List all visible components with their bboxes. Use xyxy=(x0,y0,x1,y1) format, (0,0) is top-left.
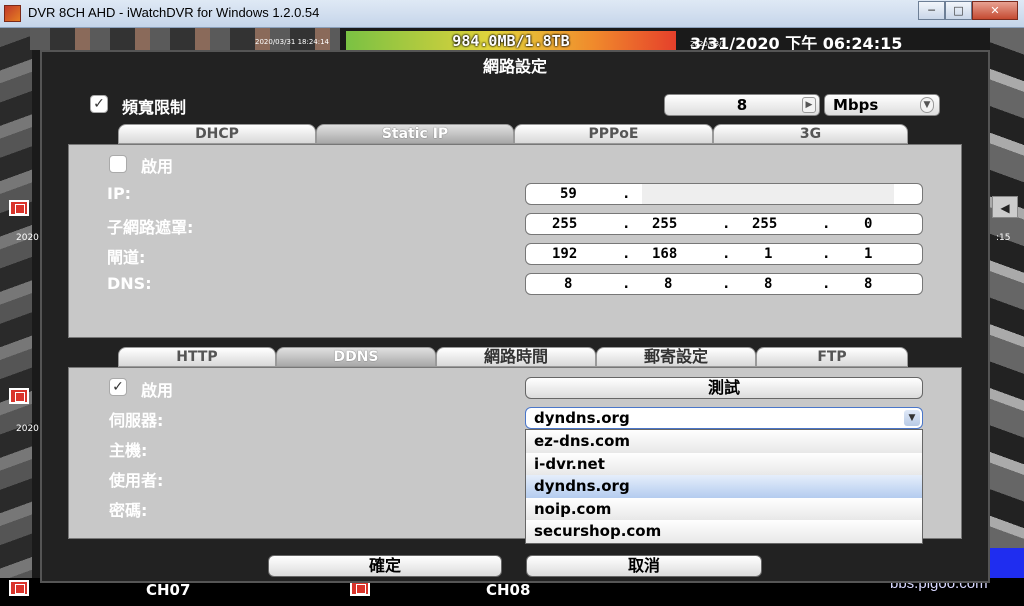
window-title: DVR 8CH AHD - iWatchDVR for Windows 1.2.… xyxy=(28,5,320,20)
record-icon xyxy=(9,580,29,596)
hdd-usage-bar: 984.0MB/1.8TB xyxy=(346,31,676,51)
subnet-octet: 255 xyxy=(652,216,678,232)
password-label: 密碼: xyxy=(109,501,148,520)
service-tabs: HTTP DDNS 網路時間 郵寄設定 FTP xyxy=(118,347,908,367)
ddns-enable-label: 啟用 xyxy=(141,381,174,400)
dropdown-option[interactable]: i-dvr.net xyxy=(526,452,922,475)
ip-address-field[interactable]: 59 . xyxy=(525,183,923,205)
bandwidth-limit-label: 頻寬限制 xyxy=(122,98,187,117)
gateway-octet: 1 xyxy=(864,246,873,262)
ddns-server-dropdown: ez-dns.com i-dvr.net dyndns.org noip.com… xyxy=(525,429,923,544)
cancel-button[interactable]: 取消 xyxy=(526,555,762,577)
dns-octet: 8 xyxy=(864,276,873,292)
static-ip-enable-label: 啟用 xyxy=(141,157,174,176)
network-settings-dialog: 網路設定 ✓ 頻寬限制 ◀ 8 ▶ Mbps ▼ DHCP Static IP … xyxy=(40,50,990,583)
bandwidth-increase-icon[interactable]: ▶ xyxy=(802,97,816,113)
maximize-button[interactable]: □ xyxy=(945,1,972,20)
ddns-server-value: dyndns.org xyxy=(534,409,630,427)
dialog-title: 網路設定 xyxy=(482,57,547,76)
gateway-field[interactable]: 192 . 168 . 1 . 1 xyxy=(525,243,923,265)
subnet-octet: 255 xyxy=(552,216,578,232)
record-icon xyxy=(9,200,29,216)
speaker-icon[interactable]: ◀ xyxy=(992,196,1018,218)
dns-octet: 8 xyxy=(564,276,573,292)
ddns-enable-checkbox[interactable]: ✓ xyxy=(109,378,127,396)
ip-octet: 59 xyxy=(560,186,577,202)
dropdown-option[interactable]: ez-dns.com xyxy=(526,430,922,453)
subnet-octet: 255 xyxy=(752,216,778,232)
app-icon xyxy=(4,5,21,22)
tab-3g[interactable]: 3G xyxy=(713,124,908,144)
subnet-octet: 0 xyxy=(864,216,873,232)
dropdown-option-selected[interactable]: dyndns.org xyxy=(526,475,922,498)
tab-network-time[interactable]: 網路時間 xyxy=(436,347,596,367)
gateway-label: 閘道: xyxy=(107,248,146,267)
dropdown-option[interactable]: securshop.com xyxy=(526,520,922,543)
ok-button[interactable]: 確定 xyxy=(268,555,502,577)
dns-field[interactable]: 8 . 8 . 8 . 8 xyxy=(525,273,923,295)
ddns-server-select[interactable]: dyndns.org ▼ xyxy=(525,407,923,429)
subnet-mask-label: 子網路遮罩: xyxy=(107,218,194,237)
tab-pppoe[interactable]: PPPoE xyxy=(514,124,713,144)
static-ip-panel: 啟用 IP: 59 . 子網路遮罩: 255 . 255 . 255 . 0 閘… xyxy=(68,144,962,338)
host-label: 主機: xyxy=(109,441,148,460)
gateway-octet: 168 xyxy=(652,246,678,262)
side-timestamp: 2020 xyxy=(16,233,39,243)
static-ip-enable-checkbox[interactable] xyxy=(109,155,127,173)
bandwidth-limit-checkbox[interactable]: ✓ xyxy=(90,95,108,113)
tab-static-ip[interactable]: Static IP xyxy=(316,124,514,144)
gateway-octet: 1 xyxy=(764,246,773,262)
close-button[interactable]: ✕ xyxy=(972,1,1018,20)
window-controls: ─ □ ✕ xyxy=(918,1,1018,20)
subnet-mask-field[interactable]: 255 . 255 . 255 . 0 xyxy=(525,213,923,235)
server-label: 伺服器: xyxy=(109,411,164,430)
ddns-panel: ✓ 啟用 測試 伺服器: dyndns.org ▼ 主機: 使用者: 密碼: e… xyxy=(68,367,962,544)
test-button[interactable]: 測試 xyxy=(525,377,923,399)
chevron-down-icon[interactable]: ▼ xyxy=(904,410,920,426)
dns-octet: 8 xyxy=(764,276,773,292)
dropdown-option[interactable]: noip.com xyxy=(526,497,922,520)
camera-feed-right xyxy=(990,28,1024,588)
tab-http[interactable]: HTTP xyxy=(118,347,276,367)
user-label: 使用者: xyxy=(109,471,164,490)
tab-ddns[interactable]: DDNS xyxy=(276,347,436,367)
gateway-octet: 192 xyxy=(552,246,578,262)
tab-ftp[interactable]: FTP xyxy=(756,347,908,367)
camera-timestamp: 2020/03/31 18:24:14 xyxy=(255,38,330,46)
dns-octet: 8 xyxy=(664,276,673,292)
minimize-button[interactable]: ─ xyxy=(918,1,945,20)
tab-mail-settings[interactable]: 郵寄設定 xyxy=(596,347,756,367)
dns-label: DNS: xyxy=(107,274,152,293)
ip-label: IP: xyxy=(107,184,132,203)
camera-feed-left xyxy=(0,28,32,598)
side-timestamp: 2020 xyxy=(16,424,39,434)
network-type-tabs: DHCP Static IP PPPoE 3G xyxy=(118,124,908,144)
bandwidth-value-field[interactable]: 8 xyxy=(664,94,820,116)
channel-label: CH07 xyxy=(146,581,191,599)
tab-dhcp[interactable]: DHCP xyxy=(118,124,316,144)
window-titlebar: DVR 8CH AHD - iWatchDVR for Windows 1.2.… xyxy=(0,0,1024,28)
record-icon xyxy=(9,388,29,404)
chevron-down-icon[interactable]: ▼ xyxy=(920,97,934,113)
bandwidth-unit-value: Mbps xyxy=(833,96,879,114)
channel-label: CH08 xyxy=(486,581,531,599)
side-timestamp: :15 xyxy=(996,233,1011,243)
